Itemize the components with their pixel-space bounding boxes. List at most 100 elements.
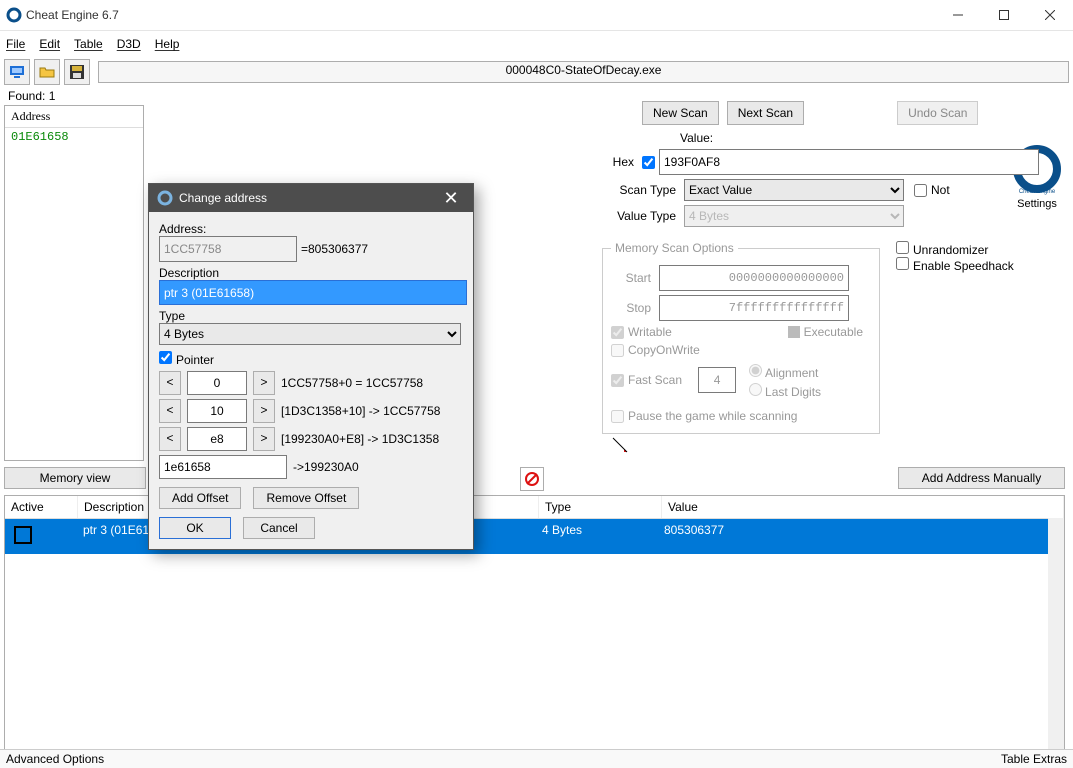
hex-label: Hex xyxy=(600,155,642,169)
offset-next-button[interactable]: > xyxy=(253,427,275,451)
stop-label: Stop xyxy=(611,301,659,315)
stop-input[interactable] xyxy=(659,295,849,321)
base-address-input[interactable] xyxy=(159,455,287,479)
value-type-label: Value Type xyxy=(600,209,684,223)
new-scan-button[interactable]: New Scan xyxy=(642,101,719,125)
minimize-button[interactable] xyxy=(935,0,981,30)
description-label: Description xyxy=(159,266,463,280)
offset-prev-button[interactable]: < xyxy=(159,371,181,395)
menu-edit[interactable]: Edit xyxy=(39,37,60,51)
alignment-label: Alignment xyxy=(765,366,826,380)
th-active[interactable]: Active xyxy=(5,496,78,518)
memory-scan-options: Memory Scan Options Start Stop Writable … xyxy=(602,241,880,434)
menu-table[interactable]: Table xyxy=(74,37,103,51)
add-offset-button[interactable]: Add Offset xyxy=(159,487,241,509)
close-button[interactable] xyxy=(1027,0,1073,30)
scan-type-select[interactable]: Exact Value xyxy=(684,179,904,201)
fastscan-value[interactable] xyxy=(698,367,736,393)
lastdigits-label: Last Digits xyxy=(765,385,829,399)
menu-help[interactable]: Help xyxy=(155,37,180,51)
copyonwrite-label: CopyOnWrite xyxy=(628,343,708,357)
pause-checkbox[interactable] xyxy=(611,410,624,423)
found-count: Found: 1 xyxy=(4,87,144,105)
folder-open-icon xyxy=(39,64,55,80)
memory-view-button[interactable]: Memory view xyxy=(4,467,146,489)
pointer-label: Pointer xyxy=(176,353,214,367)
offset-next-button[interactable]: > xyxy=(253,399,275,423)
active-checkbox[interactable] xyxy=(14,526,32,544)
open-file-button[interactable] xyxy=(34,59,60,85)
menu-d3d[interactable]: D3D xyxy=(117,37,141,51)
process-bar[interactable]: 000048C0-StateOfDecay.exe xyxy=(98,61,1069,83)
offset-prev-button[interactable]: < xyxy=(159,399,181,423)
next-scan-button[interactable]: Next Scan xyxy=(727,101,804,125)
copyonwrite-checkbox[interactable] xyxy=(611,344,624,357)
value-type-select[interactable]: 4 Bytes xyxy=(684,205,904,227)
row-value: 805306377 xyxy=(658,519,1064,554)
dialog-close-button[interactable]: ✕ xyxy=(437,184,465,212)
speedhack-label: Enable Speedhack xyxy=(913,259,1014,273)
maximize-button[interactable] xyxy=(981,0,1027,30)
ok-button[interactable]: OK xyxy=(159,517,231,539)
add-address-manually-button[interactable]: Add Address Manually xyxy=(898,467,1065,489)
fastscan-checkbox[interactable] xyxy=(611,374,624,387)
save-button[interactable] xyxy=(64,59,90,85)
start-label: Start xyxy=(611,271,659,285)
address-equals: =805306377 xyxy=(301,242,368,256)
offset-desc-1: [1D3C1358+10] -> 1CC57758 xyxy=(281,404,440,418)
offset-prev-button[interactable]: < xyxy=(159,427,181,451)
memopts-legend: Memory Scan Options xyxy=(611,241,738,255)
menubar: File Edit Table D3D Help xyxy=(0,31,1073,57)
process-name: 000048C0-StateOfDecay.exe xyxy=(99,63,1068,77)
type-select[interactable]: 4 Bytes xyxy=(159,323,461,345)
result-row[interactable]: 01E61658 xyxy=(5,128,143,146)
description-input[interactable] xyxy=(159,280,467,305)
undo-scan-button[interactable]: Undo Scan xyxy=(897,101,978,125)
offset-input-0[interactable] xyxy=(187,371,247,395)
column-address[interactable]: Address xyxy=(5,106,143,128)
base-address-desc: ->199230A0 xyxy=(293,460,359,474)
dialog-titlebar[interactable]: Change address ✕ xyxy=(149,184,473,212)
offset-desc-0: 1CC57758+0 = 1CC57758 xyxy=(281,376,423,390)
menu-file[interactable]: File xyxy=(6,37,25,51)
offset-input-2[interactable] xyxy=(187,427,247,451)
alignment-radio[interactable] xyxy=(749,364,762,377)
start-input[interactable] xyxy=(659,265,849,291)
pointer-checkbox[interactable] xyxy=(159,351,172,364)
value-input[interactable] xyxy=(659,149,1039,175)
executable-label: Executable xyxy=(804,325,871,339)
statusbar: Advanced Options Table Extras xyxy=(0,749,1073,768)
address-input[interactable] xyxy=(159,236,297,262)
th-value[interactable]: Value xyxy=(662,496,1064,518)
th-type[interactable]: Type xyxy=(539,496,662,518)
crosshair-icon[interactable] xyxy=(610,435,630,455)
speedhack-checkbox[interactable] xyxy=(896,257,909,270)
offset-input-1[interactable] xyxy=(187,399,247,423)
scrollbar[interactable] xyxy=(1048,518,1064,750)
change-address-dialog: Change address ✕ Address: =805306377 Des… xyxy=(148,183,474,550)
toolbar: 000048C0-StateOfDecay.exe xyxy=(0,57,1073,87)
advanced-options-link[interactable]: Advanced Options xyxy=(6,752,104,766)
remove-offset-button[interactable]: Remove Offset xyxy=(253,487,359,509)
writable-checkbox[interactable] xyxy=(611,326,624,339)
cancel-button[interactable]: Cancel xyxy=(243,517,315,539)
not-checkbox[interactable] xyxy=(914,184,927,197)
row-type: 4 Bytes xyxy=(536,519,658,554)
unrandomizer-label: Unrandomizer xyxy=(913,243,988,257)
monitor-icon xyxy=(9,64,25,80)
offset-next-button[interactable]: > xyxy=(253,371,275,395)
value-label: Value: xyxy=(680,131,721,145)
scan-results-list[interactable]: Address 01E61658 xyxy=(4,105,144,461)
address-label: Address: xyxy=(159,222,463,236)
executable-checkbox[interactable] xyxy=(788,326,800,338)
type-label: Type xyxy=(159,309,463,323)
fastscan-label: Fast Scan xyxy=(628,373,690,387)
scan-type-label: Scan Type xyxy=(600,183,684,197)
window-title: Cheat Engine 6.7 xyxy=(26,8,119,22)
open-process-button[interactable] xyxy=(4,59,30,85)
unrandomizer-checkbox[interactable] xyxy=(896,241,909,254)
table-extras-link[interactable]: Table Extras xyxy=(1001,752,1067,766)
hex-checkbox[interactable] xyxy=(642,156,655,169)
stop-scan-icon[interactable] xyxy=(520,467,544,491)
lastdigits-radio[interactable] xyxy=(749,383,762,396)
